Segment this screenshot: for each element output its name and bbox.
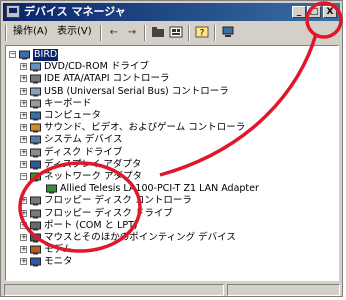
expand-icon[interactable]: +: [20, 99, 27, 107]
expand-icon[interactable]: +: [20, 246, 27, 254]
expand-icon[interactable]: +: [20, 75, 27, 83]
tree-item-label: モデム: [44, 244, 73, 256]
status-bar: [4, 284, 340, 296]
toolbar-separator: [100, 25, 102, 41]
help-icon[interactable]: ?: [194, 26, 210, 40]
expand-icon[interactable]: +: [20, 136, 27, 144]
back-arrow-icon[interactable]: ←: [106, 26, 122, 40]
network-adapter-icon: [30, 172, 41, 182]
window-title: デバイス マネージャ: [24, 5, 126, 18]
cdrom-icon: [30, 62, 41, 72]
toolbar-separator: [214, 25, 216, 41]
device-tree[interactable]: − BIRD + DVD/CD-ROM ドライブ + IDE ATA/ATAPI コントロ…: [5, 45, 339, 281]
floppy-controller-icon: [30, 196, 41, 206]
tree-item-label: マウスとそのほかのポインティング デバイス: [44, 232, 236, 243]
computer-icon: [19, 50, 30, 60]
expand-icon[interactable]: +: [20, 209, 27, 217]
tree-item-label: DVD/CD-ROM ドライブ: [44, 61, 149, 73]
modem-icon: [30, 245, 41, 255]
device-manager-window: デバイス マネージャ _ □ X 操作(A) 表示(V) ← → ? − BIRD…: [0, 0, 343, 297]
expand-icon[interactable]: +: [20, 234, 27, 241]
tree-item-label: キーボード: [44, 97, 92, 109]
ide-controller-icon: [30, 74, 41, 84]
disk-drive-icon: [30, 148, 41, 158]
expand-icon[interactable]: +: [20, 221, 27, 229]
tree-item-label: IDE ATA/ATAPI コントローラ: [44, 73, 170, 85]
tree-item-label: サウンド、ビデオ、およびゲーム コントローラ: [44, 122, 246, 134]
device-manager-app-icon: [6, 5, 20, 18]
menu-toolbar: 操作(A) 表示(V) ← → ?: [3, 23, 340, 43]
sound-icon: [30, 123, 41, 133]
expand-icon[interactable]: +: [20, 160, 27, 168]
toolbar-separator: [144, 25, 146, 41]
computer-icon: [30, 111, 41, 121]
tree-item-label: ディスク ドライブ: [44, 146, 123, 158]
keyboard-icon: [30, 99, 41, 109]
title-bar[interactable]: デバイス マネージャ _ □ X: [3, 3, 340, 21]
nic-icon: [46, 184, 57, 194]
properties-grid-icon[interactable]: [168, 26, 184, 40]
menu-view[interactable]: 表示(V): [57, 26, 92, 38]
display-adapter-icon: [30, 160, 41, 170]
tree-item-label: フロッピー ディスク ドライブ: [44, 207, 173, 219]
minimize-button[interactable]: _: [292, 6, 306, 18]
port-icon: [30, 221, 41, 231]
tree-item-label: Allied Telesis LA100-PCI-T Z1 LAN Adapte…: [60, 183, 259, 195]
svg-text:?: ?: [200, 29, 205, 39]
folder-tree-icon[interactable]: [150, 26, 166, 40]
expand-icon[interactable]: +: [20, 197, 27, 205]
expand-icon[interactable]: +: [20, 63, 27, 71]
status-pane: [4, 284, 224, 296]
expand-icon[interactable]: +: [20, 112, 27, 119]
close-button[interactable]: X: [323, 6, 337, 18]
tree-item-label: ネットワーク アダプタ: [44, 171, 143, 182]
monitor-icon: [30, 257, 41, 267]
status-pane: [227, 284, 340, 296]
system-device-icon: [30, 135, 41, 145]
mouse-icon: [30, 233, 41, 243]
expand-icon[interactable]: +: [20, 258, 27, 266]
menu-action[interactable]: 操作(A): [13, 26, 48, 38]
tree-item-label: ディスプレイ アダプタ: [44, 158, 142, 170]
toolbar-grip: [5, 25, 7, 41]
toolbar-separator: [188, 25, 190, 41]
tree-item-label: システム デバイス: [44, 134, 123, 146]
tree-item-label: フロッピー ディスク コントローラ: [44, 195, 192, 207]
collapse-icon[interactable]: −: [9, 51, 16, 58]
tree-item-label: USB (Universal Serial Bus) コントローラ: [44, 85, 229, 97]
tree-item-label: ポート (COM と LPT): [44, 219, 138, 231]
floppy-drive-icon: [30, 209, 41, 219]
expand-icon[interactable]: +: [20, 124, 27, 132]
expand-icon[interactable]: +: [20, 87, 27, 95]
tree-root-label: BIRD: [33, 49, 59, 61]
scan-hardware-icon[interactable]: [220, 26, 236, 40]
tree-item-label: コンピュータ: [44, 110, 102, 121]
usb-icon: [30, 87, 41, 97]
tree-item-label: モニタ: [44, 256, 73, 268]
expand-icon[interactable]: +: [20, 148, 27, 156]
forward-arrow-icon[interactable]: →: [124, 26, 140, 40]
collapse-icon[interactable]: −: [20, 173, 27, 180]
maximize-button[interactable]: □: [307, 6, 321, 18]
